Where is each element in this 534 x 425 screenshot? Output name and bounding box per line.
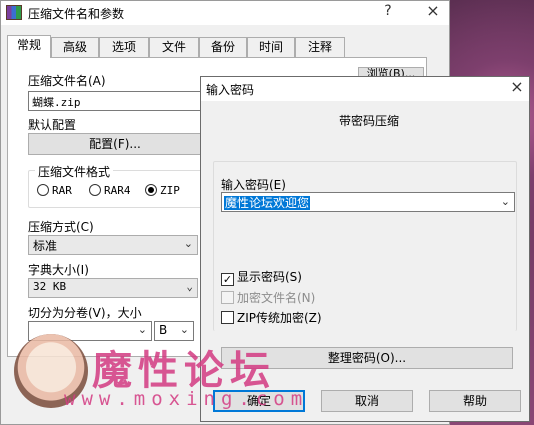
default-profile-label: 默认配置	[28, 118, 77, 132]
tab-time[interactable]: 时间	[247, 37, 295, 57]
chevron-down-icon: ⌄	[137, 323, 147, 336]
checkbox-indicator	[221, 291, 234, 304]
tab-general[interactable]: 常规	[7, 35, 51, 58]
chevron-down-icon: ⌄	[500, 195, 510, 208]
radio-indicator	[89, 184, 101, 196]
archive-name-field[interactable]: 蝴蝶.zip	[28, 91, 208, 111]
format-zip-radio[interactable]: ZIP	[145, 184, 180, 197]
tab-backup[interactable]: 备份	[199, 37, 247, 57]
chevron-down-icon: ⌄	[179, 323, 189, 336]
tab-files[interactable]: 文件	[149, 37, 199, 57]
encrypt-filenames-checkbox[interactable]: 加密文件名(N)	[221, 289, 315, 306]
checkbox-indicator	[221, 311, 234, 324]
format-rar4-radio[interactable]: RAR4	[89, 184, 131, 197]
show-password-checkbox[interactable]: ✓ 显示密码(S)	[221, 268, 302, 286]
password-titlebar: 输入密码 ×	[201, 77, 529, 101]
winrar-app-icon	[6, 5, 22, 20]
close-icon[interactable]: ×	[423, 1, 443, 20]
main-titlebar: 压缩文件名和参数 ? ×	[1, 1, 449, 25]
split-volumes-label: 切分为分卷(V)，大小	[28, 306, 142, 320]
tab-advanced[interactable]: 高级	[51, 37, 99, 57]
close-icon[interactable]: ×	[507, 77, 527, 96]
tab-comment[interactable]: 注释	[295, 37, 345, 57]
password-input[interactable]: 魔性论坛欢迎您 ⌄	[221, 192, 515, 212]
compression-method-select[interactable]: 标准 ⌄	[28, 235, 198, 255]
split-unit-select[interactable]: B ⌄	[154, 321, 194, 341]
password-selected-text: 魔性论坛欢迎您	[224, 196, 311, 210]
profiles-button[interactable]: 配置(F)...	[28, 133, 202, 155]
dictionary-size-label: 字典大小(I)	[28, 263, 89, 277]
archive-format-title: 压缩文件格式	[35, 163, 114, 180]
password-heading: 带密码压缩	[339, 114, 400, 128]
archive-format-group: 压缩文件格式 RAR RAR4 ZIP	[28, 163, 202, 208]
checkmark-icon: ✓	[221, 273, 234, 286]
tab-options[interactable]: 选项	[99, 37, 149, 57]
zip-legacy-encryption-checkbox[interactable]: ZIP传统加密(Z)	[221, 309, 322, 326]
archive-name-label: 压缩文件名(A)	[28, 74, 106, 88]
split-volume-size-field[interactable]: ⌄	[28, 321, 152, 341]
password-dialog: 输入密码 × 带密码压缩 输入密码(E) 魔性论坛欢迎您 ⌄ ✓ 显示密码(S) …	[200, 76, 530, 422]
password-label: 输入密码(E)	[221, 178, 286, 192]
help-button[interactable]: 帮助	[429, 390, 521, 412]
format-rar-radio[interactable]: RAR	[37, 184, 72, 197]
help-title-button[interactable]: ?	[378, 3, 398, 19]
chevron-down-icon: ⌄	[186, 280, 193, 293]
radio-indicator	[145, 184, 157, 196]
radio-indicator	[37, 184, 49, 196]
ok-button[interactable]: 确定	[213, 390, 305, 412]
chevron-down-icon: ⌄	[183, 237, 193, 250]
password-dialog-title: 输入密码	[206, 83, 255, 97]
main-window-title: 压缩文件名和参数	[28, 7, 125, 21]
cancel-button[interactable]: 取消	[321, 390, 413, 412]
compression-method-label: 压缩方式(C)	[28, 220, 94, 234]
dictionary-size-select[interactable]: 32 KB ⌄	[28, 278, 198, 298]
organize-passwords-button[interactable]: 整理密码(O)...	[221, 347, 513, 369]
